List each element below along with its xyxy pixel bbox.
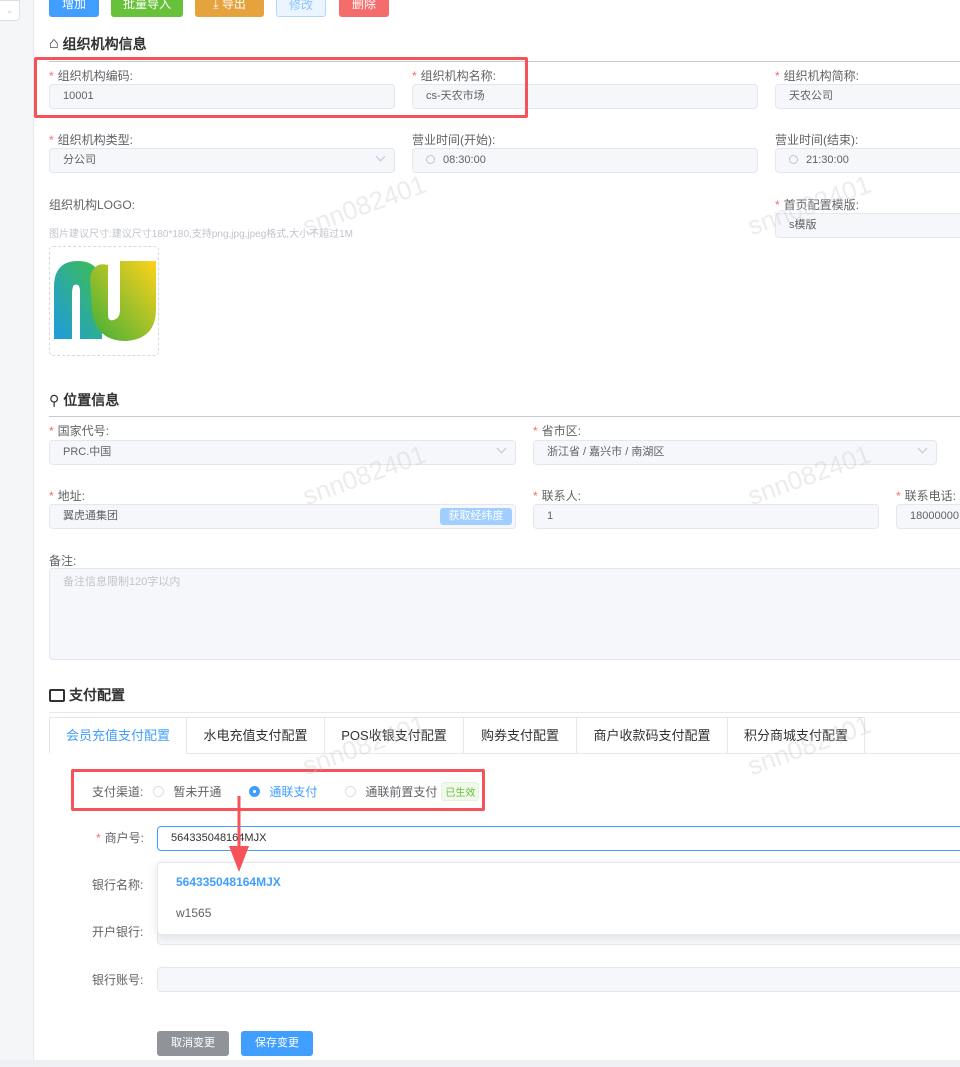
payment-title: 支付配置: [69, 687, 125, 703]
tab-pos[interactable]: POS收银支付配置: [325, 717, 464, 754]
suggestion-item[interactable]: w1565: [176, 906, 211, 920]
chevron-down-icon: [375, 151, 386, 162]
logo-image: [54, 261, 156, 341]
logo-hint: 图片建议尺寸:建议尺寸180*180,支持png,jpg,jpeg格式,大小不超…: [49, 229, 353, 240]
chevron-down-icon: ⌄: [5, 5, 14, 15]
org-short-label: * 组织机构简称:: [775, 69, 860, 83]
remark-textarea[interactable]: 备注信息限制120字以内: [49, 568, 960, 660]
chevron-down-icon: [917, 443, 928, 454]
contact-label: * 联系人:: [533, 489, 582, 503]
account-label: 银行账号:: [92, 973, 144, 987]
open-time-input[interactable]: 08:30:00: [412, 148, 758, 173]
region-label: * 省市区:: [533, 424, 582, 438]
clock-icon: [789, 155, 798, 164]
annotation-arrow-icon: [229, 796, 249, 872]
org-short-input[interactable]: 天农公司: [775, 84, 960, 109]
tab-points-mall[interactable]: 积分商城支付配置: [728, 717, 865, 754]
bottom-bar: [0, 1060, 960, 1067]
address-label: * 地址:: [49, 489, 86, 503]
edit-button[interactable]: 修改: [276, 0, 326, 17]
template-select[interactable]: s模版: [775, 213, 960, 238]
region-cascader[interactable]: 浙江省 / 嘉兴市 / 南湖区: [533, 440, 937, 465]
export-button[interactable]: ⤓ 导出: [195, 0, 264, 17]
location-section-title: ⚲ 位置信息: [49, 390, 119, 410]
merchant-input[interactable]: 564335048164MJX: [157, 826, 960, 851]
divider: [49, 416, 960, 417]
phone-label: * 联系电话:: [896, 489, 957, 503]
map-pin-icon: ⚲: [49, 391, 60, 408]
org-type-label: * 组织机构类型:: [49, 133, 134, 147]
open-bank-label: 开户银行:: [92, 925, 144, 939]
logo-label: 组织机构LOGO:: [49, 198, 136, 212]
tab-merchant-qr[interactable]: 商户收款码支付配置: [577, 717, 728, 754]
bank-name-label: 银行名称:: [92, 878, 144, 892]
close-time-label: 营业时间(结束):: [775, 133, 859, 147]
location-title: 位置信息: [63, 392, 120, 408]
download-icon: ⤓: [213, 0, 222, 11]
org-type-select[interactable]: 分公司: [49, 148, 395, 173]
divider: [49, 712, 960, 713]
logo-upload[interactable]: [49, 246, 159, 356]
template-label: * 首页配置模版:: [775, 198, 860, 212]
annotation-box: [34, 57, 528, 118]
org-title: 组织机构信息: [62, 36, 147, 52]
remark-label: 备注:: [49, 554, 77, 568]
tab-voucher[interactable]: 购券支付配置: [464, 717, 577, 754]
merchant-label: * 商户号:: [96, 831, 145, 845]
org-section-title: ⌂ 组织机构信息: [49, 34, 147, 54]
annotation-box: [71, 769, 485, 811]
export-label: 导出: [221, 0, 246, 11]
wallet-icon: [49, 688, 65, 702]
geo-button[interactable]: 获取经纬度: [440, 508, 512, 525]
autocomplete-dropdown: 564335048164MJX w1565: [157, 862, 960, 935]
payment-section-title: 支付配置: [49, 685, 125, 705]
suggestion-item[interactable]: 564335048164MJX: [176, 875, 281, 889]
collapse-dropdown[interactable]: ⌄: [0, 0, 20, 21]
add-button[interactable]: 增加: [49, 0, 99, 17]
tab-utility-recharge[interactable]: 水电充值支付配置: [187, 717, 325, 754]
country-label: * 国家代号:: [49, 424, 110, 438]
close-time-input[interactable]: 21:30:00: [775, 148, 960, 173]
sidebar: [0, 0, 34, 1067]
account-input[interactable]: [157, 967, 960, 992]
tab-member-recharge[interactable]: 会员充值支付配置: [49, 717, 187, 754]
home-icon: ⌂: [49, 35, 59, 52]
contact-input[interactable]: 1: [533, 504, 879, 529]
country-select[interactable]: PRC.中国: [49, 440, 516, 465]
chevron-down-icon: [496, 443, 507, 454]
import-button[interactable]: 批量导入: [111, 0, 183, 17]
save-button[interactable]: 保存变更: [241, 1031, 313, 1056]
phone-input[interactable]: 18000000: [896, 504, 960, 529]
delete-button[interactable]: 删除: [339, 0, 389, 17]
cancel-button[interactable]: 取消变更: [157, 1031, 229, 1056]
clock-icon: [426, 155, 435, 164]
open-time-label: 营业时间(开始):: [412, 133, 496, 147]
